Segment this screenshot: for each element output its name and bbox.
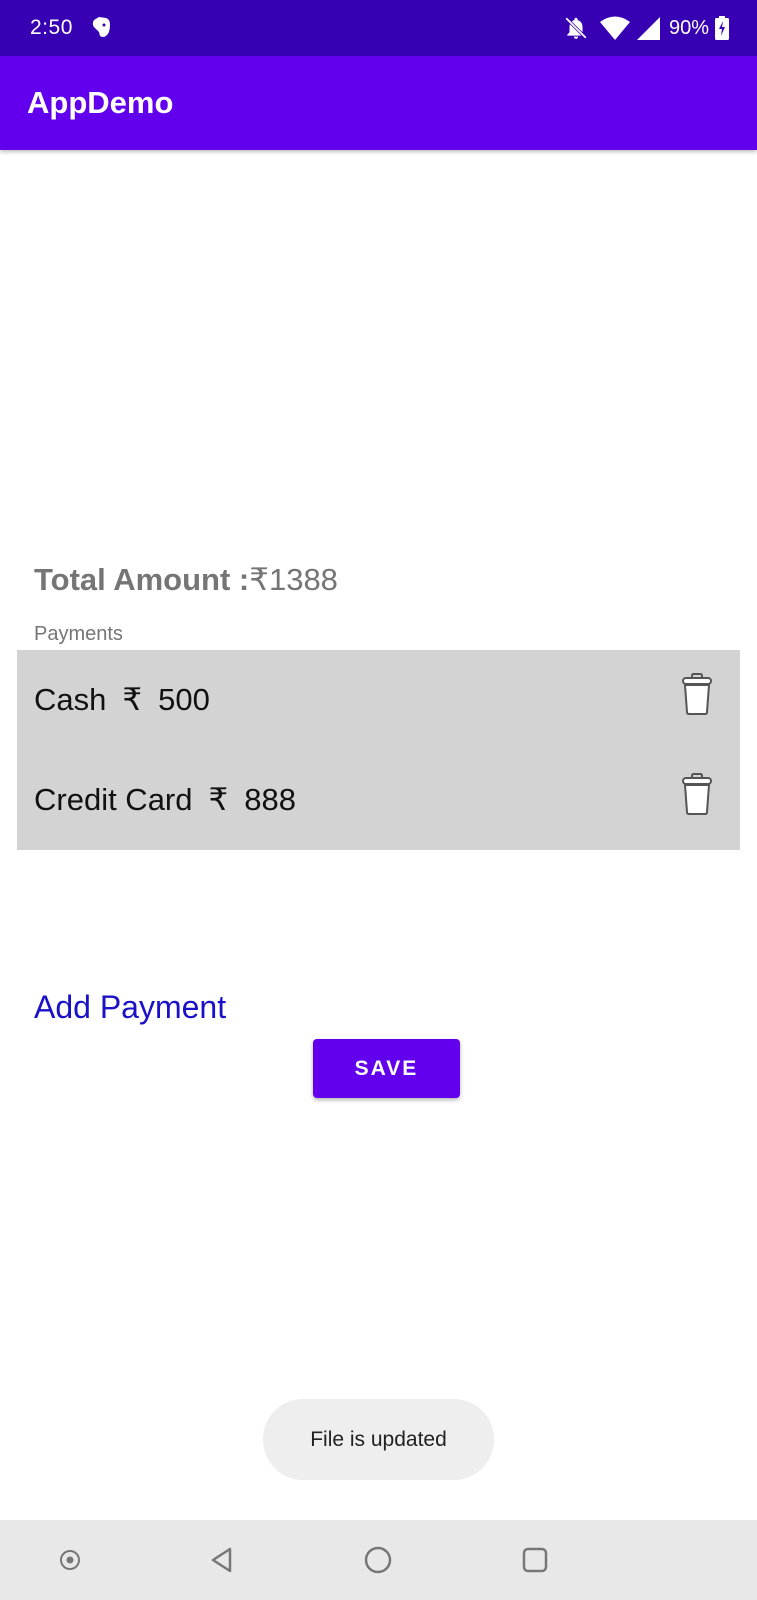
home-icon[interactable] xyxy=(360,1542,396,1578)
delete-payment-icon[interactable] xyxy=(681,772,713,816)
notifications-off-icon xyxy=(565,17,587,39)
app-title: AppDemo xyxy=(27,85,174,120)
delete-payment-icon[interactable] xyxy=(681,672,713,716)
payments-list: Cash ₹500 Credit Card ₹888 xyxy=(17,650,740,850)
payment-details: Credit Card ₹888 xyxy=(34,782,312,818)
currency-symbol: ₹ xyxy=(208,782,229,817)
evernote-icon xyxy=(92,17,110,37)
total-amount: Total Amount :₹1388 xyxy=(34,562,338,598)
app-bar: AppDemo xyxy=(0,56,757,150)
cellular-signal-icon xyxy=(636,17,660,40)
payment-amount: 888 xyxy=(244,782,296,817)
status-time: 2:50 xyxy=(30,16,73,39)
toast-message: File is updated xyxy=(263,1399,494,1480)
total-amount-label: Total Amount : xyxy=(34,562,250,597)
wifi-icon xyxy=(599,16,630,40)
save-button[interactable]: SAVE xyxy=(313,1039,460,1098)
status-bar: 2:50 90% xyxy=(0,0,757,56)
payment-method: Cash xyxy=(34,682,107,717)
payment-row: Cash ₹500 xyxy=(17,650,740,750)
back-icon[interactable] xyxy=(205,1542,241,1578)
status-icons: 90% xyxy=(563,14,729,42)
navigation-bar xyxy=(0,1520,757,1600)
payment-row: Credit Card ₹888 xyxy=(17,750,740,850)
total-amount-value: ₹1388 xyxy=(249,562,338,597)
battery-charging-icon xyxy=(715,16,729,40)
payment-amount: 500 xyxy=(158,682,210,717)
accessibility-icon[interactable] xyxy=(52,1542,88,1578)
recents-icon[interactable] xyxy=(517,1542,553,1578)
payment-details: Cash ₹500 xyxy=(34,682,226,718)
payments-section-label: Payments xyxy=(34,623,123,645)
payment-method: Credit Card xyxy=(34,782,193,817)
add-payment-link[interactable]: Add Payment xyxy=(34,989,226,1026)
currency-symbol: ₹ xyxy=(122,682,143,717)
battery-percentage: 90% xyxy=(668,16,709,39)
